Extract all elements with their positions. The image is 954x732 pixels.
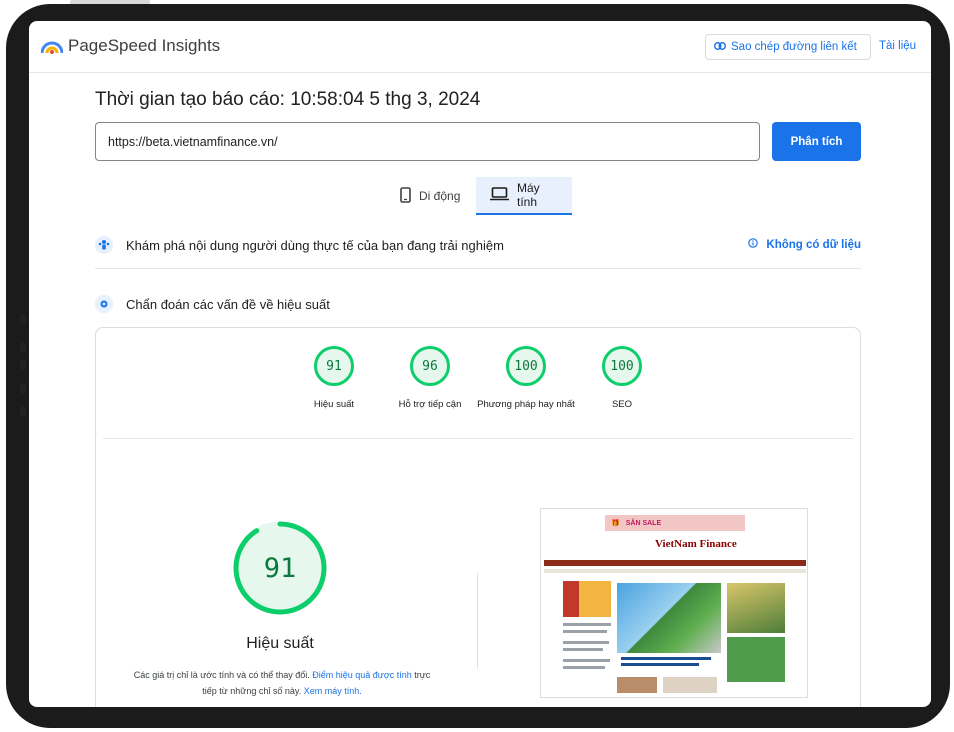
users-icon — [95, 236, 113, 254]
news-thumbnail — [617, 677, 657, 693]
scores-card: 91 Hiệu suất 96 Hỗ trợ tiếp cận 100 Phươ… — [95, 327, 861, 707]
side-dot — [20, 360, 26, 370]
ad-banner: 🎁 SĂN SALE — [605, 515, 745, 531]
pagespeed-logo-icon[interactable] — [40, 38, 64, 54]
news-thumbnail — [663, 677, 717, 693]
score-gauge: 96 — [410, 346, 450, 386]
performance-description: Các giá trị chỉ là ước tính và có thể th… — [132, 667, 432, 699]
url-input[interactable]: https://beta.vietnamfinance.vn/ — [95, 122, 760, 161]
text-line — [563, 623, 611, 626]
site-logo: VietNam Finance — [655, 538, 737, 550]
calculator-link[interactable]: Xem máy tính. — [304, 686, 362, 696]
text-line — [621, 657, 711, 660]
copy-link-label: Sao chép đường liên kết — [731, 41, 857, 53]
score-performance[interactable]: 91 Hiệu suất — [284, 346, 384, 412]
text-line — [563, 641, 609, 644]
lighthouse-icon — [95, 295, 113, 313]
link-icon — [714, 41, 726, 53]
diagnose-section: Chẩn đoán các vấn đề về hiệu suất — [95, 290, 861, 320]
no-data-status[interactable]: Không có dữ liệu — [748, 238, 861, 251]
info-icon — [748, 238, 759, 251]
side-dot — [20, 342, 26, 352]
browser-screen: PageSpeed Insights Sao chép đường liên k… — [29, 21, 931, 707]
score-seo[interactable]: 100 SEO — [572, 346, 672, 412]
score-label: Hỗ trợ tiếp cận — [398, 399, 462, 410]
text-line — [621, 663, 699, 666]
performance-title: Hiệu suất — [246, 635, 314, 652]
report-time: Thời gian tạo báo cáo: 10:58:04 5 thg 3,… — [95, 89, 481, 110]
tab-desktop[interactable]: Máy tính — [476, 177, 572, 215]
laptop-icon — [490, 186, 509, 204]
text-line — [563, 659, 610, 662]
page-screenshot: 🎁 SĂN SALE VietNam Finance — [540, 508, 808, 698]
news-headline-block — [621, 657, 716, 666]
tab-desktop-label: Máy tính — [517, 181, 540, 209]
score-gauge: 100 — [506, 346, 546, 386]
vertical-divider — [477, 573, 478, 669]
score-accessibility[interactable]: 96 Hỗ trợ tiếp cận — [380, 346, 480, 412]
site-subnav — [544, 569, 806, 573]
score-label: SEO — [611, 399, 633, 410]
divider — [103, 438, 853, 439]
score-label: Hiệu suất — [313, 399, 355, 410]
desc-prefix: Các giá trị chỉ là ước tính và có thể th… — [133, 670, 310, 680]
brand-title[interactable]: PageSpeed Insights — [68, 36, 220, 56]
copy-link-button[interactable]: Sao chép đường liên kết — [705, 34, 871, 60]
crux-section: Khám phá nội dung người dùng thực tế của… — [95, 231, 861, 269]
score-label: Phương pháp hay nhất — [477, 399, 575, 410]
crux-text: Khám phá nội dung người dùng thực tế của… — [126, 238, 504, 253]
text-line — [563, 666, 605, 669]
side-dot — [20, 406, 26, 416]
docs-link[interactable]: Tài liệu — [879, 40, 916, 52]
right-ad-image — [727, 637, 785, 682]
top-bar: PageSpeed Insights Sao chép đường liên k… — [29, 21, 931, 73]
ad-text: SĂN SALE — [625, 519, 662, 527]
score-best-practices[interactable]: 100 Phương pháp hay nhất — [476, 346, 576, 412]
right-ad-image — [727, 583, 785, 633]
left-ad-image — [563, 581, 611, 617]
site-nav — [544, 560, 806, 566]
score-calculation-link[interactable]: Điểm hiệu quả được tính — [312, 670, 411, 680]
hero-image — [617, 583, 721, 653]
text-line — [563, 630, 607, 633]
tab-mobile-label: Di động — [419, 189, 461, 203]
analyze-button[interactable]: Phân tích — [772, 122, 861, 161]
score-gauge: 91 — [314, 346, 354, 386]
tab-mobile[interactable]: Di động — [386, 177, 474, 215]
score-gauge: 100 — [602, 346, 642, 386]
diagnose-text: Chẩn đoán các vấn đề về hiệu suất — [126, 297, 330, 312]
no-data-label: Không có dữ liệu — [766, 238, 861, 251]
gift-icon: 🎁 — [611, 520, 620, 527]
smartphone-icon — [400, 186, 411, 206]
side-dot — [20, 384, 26, 394]
side-dot — [20, 314, 26, 324]
text-line — [563, 648, 603, 651]
performance-score: 91 — [263, 552, 297, 584]
